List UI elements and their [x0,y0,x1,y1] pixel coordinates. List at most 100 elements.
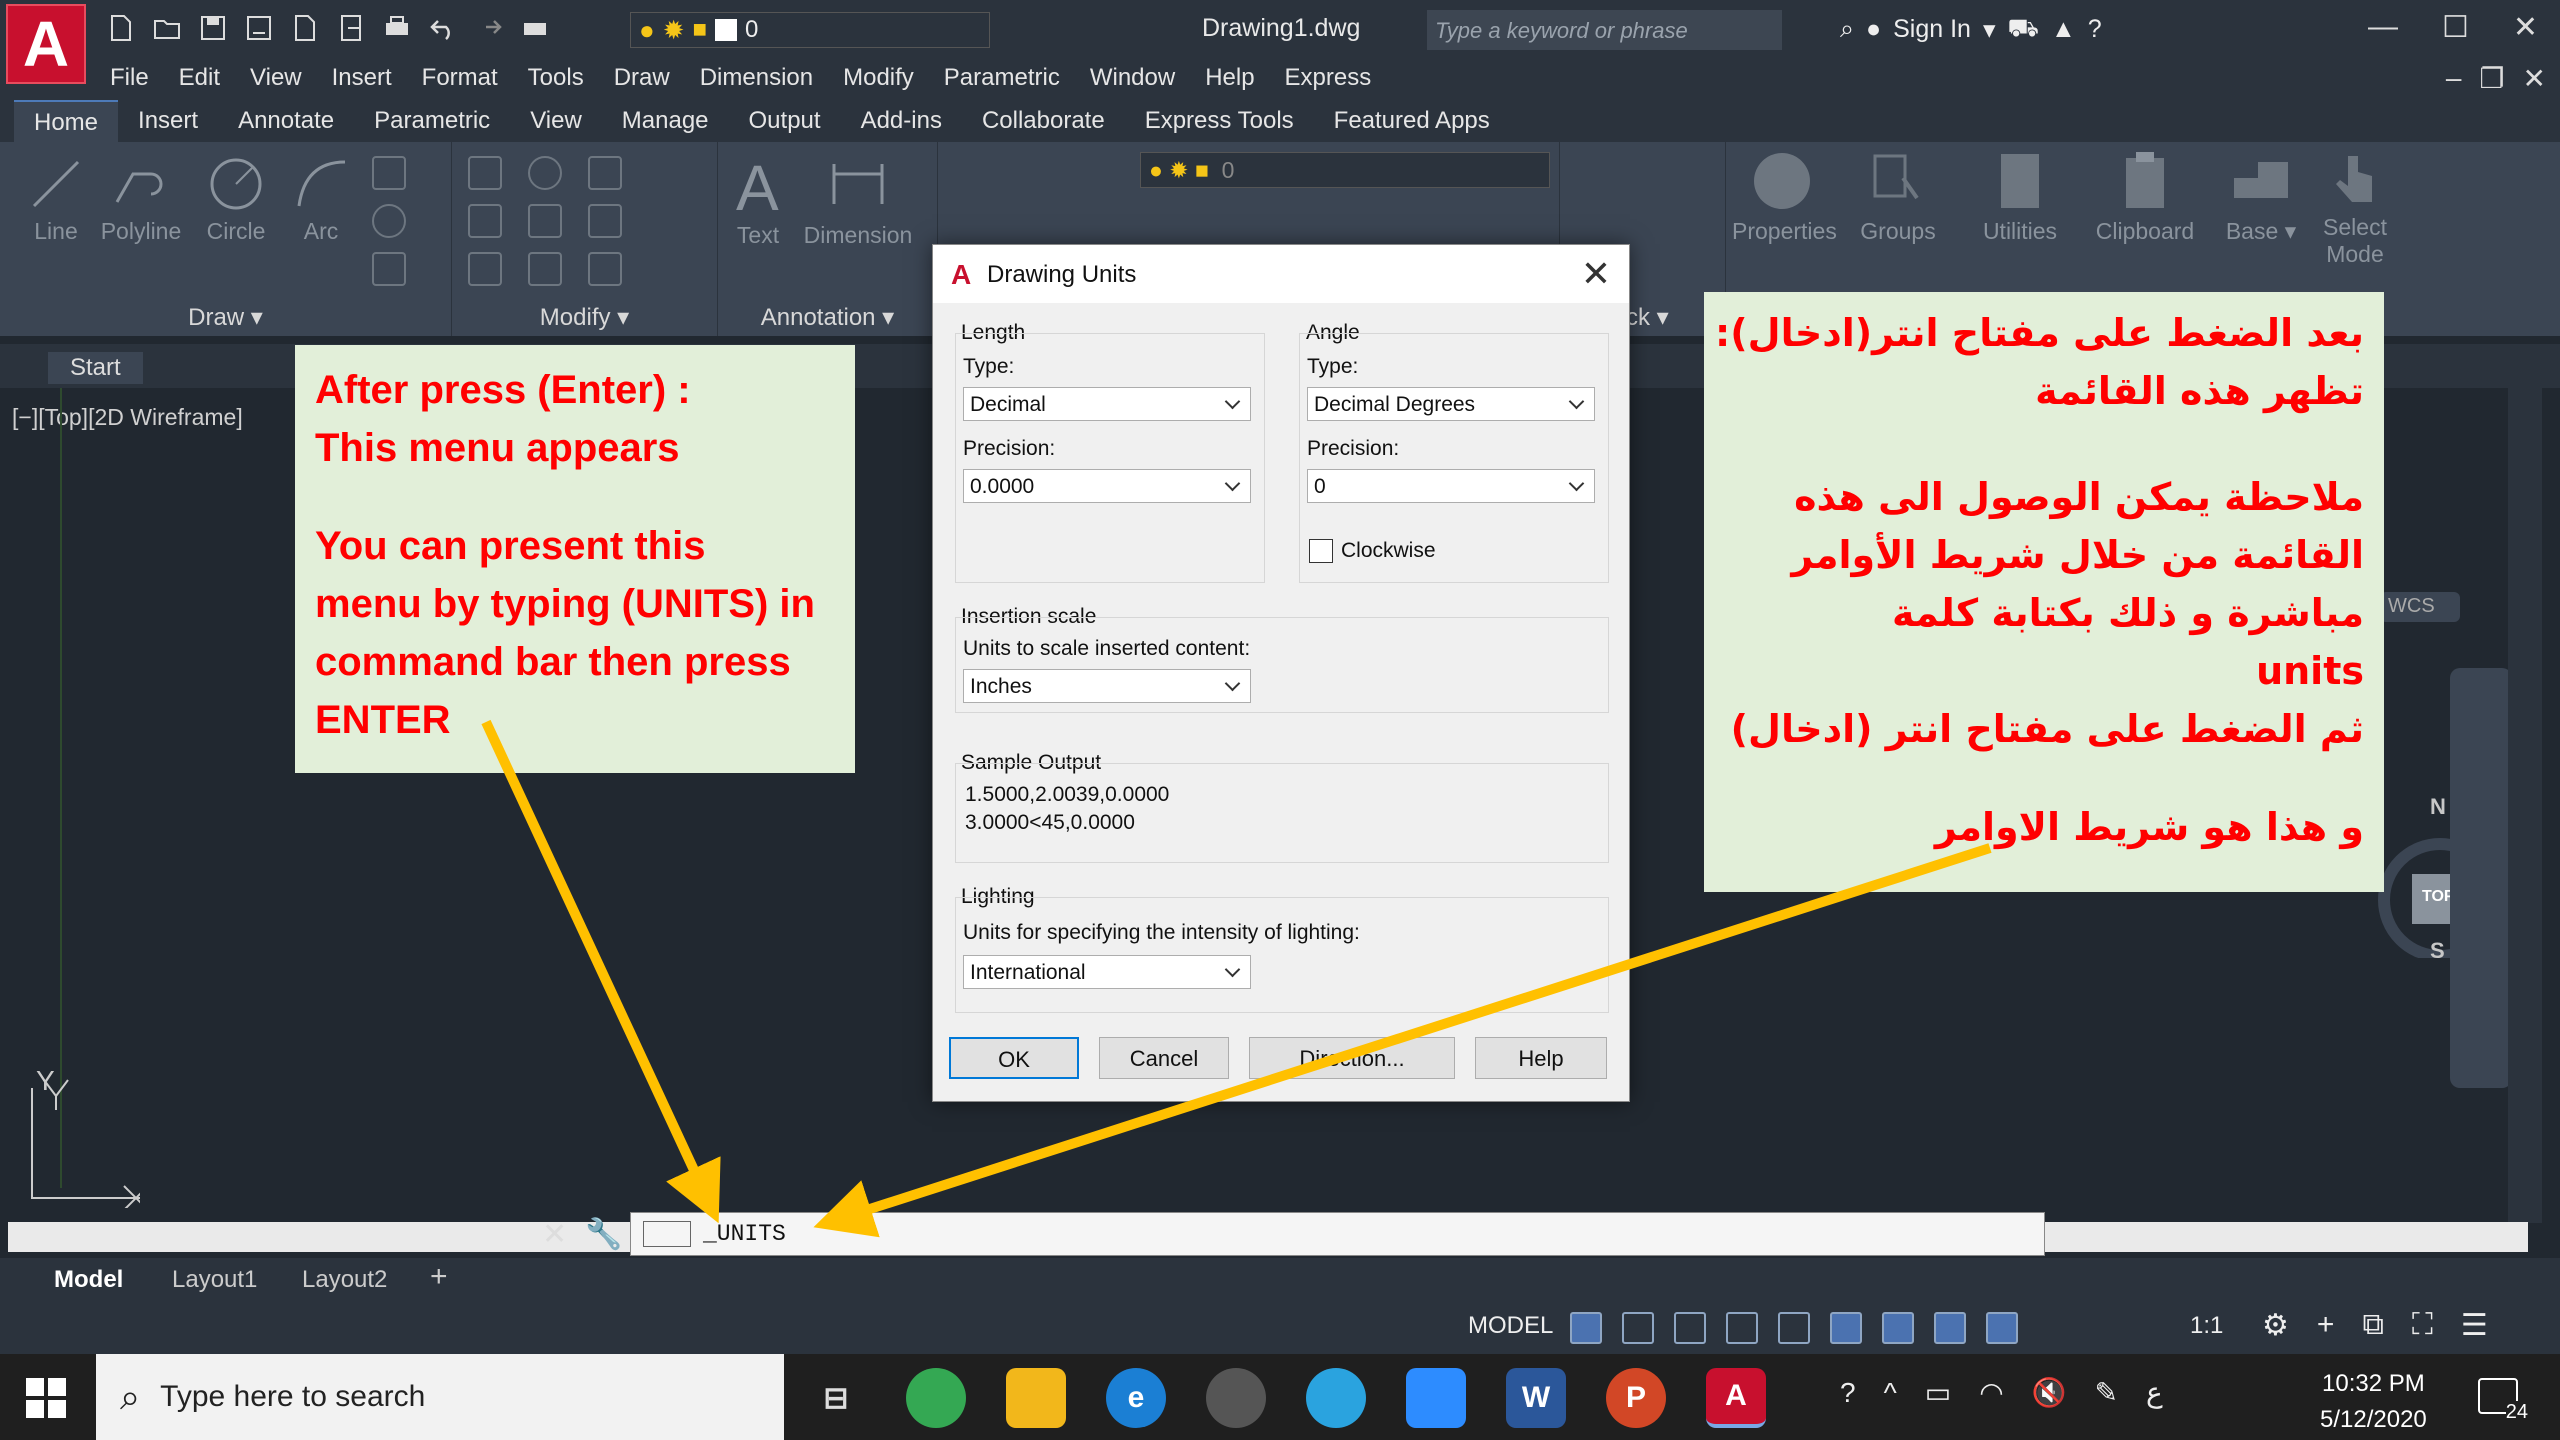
modify-panel-title[interactable]: Modify ▾ [452,303,717,332]
autodesk-icon[interactable]: ▲ [2051,15,2076,44]
viewport-controls-label[interactable]: [−][Top][2D Wireframe] [12,404,243,431]
tab-manage[interactable]: Manage [602,100,729,144]
help-search-input[interactable]: Type a keyword or phrase [1427,10,1782,50]
array-icon[interactable] [588,252,622,286]
transparency-icon[interactable] [1882,1312,1914,1344]
snap-icon[interactable] [1622,1312,1654,1344]
binoculars-icon[interactable]: ⌕ [1840,15,1854,44]
undo-icon[interactable] [427,12,459,44]
close-command-line-icon[interactable]: ✕ [542,1217,567,1252]
publish-icon[interactable] [289,12,321,44]
arc-tool[interactable]: Arc [286,154,356,245]
tab-model[interactable]: Model [54,1266,123,1294]
chrome-icon[interactable] [906,1368,966,1428]
file-explorer-icon[interactable] [1006,1368,1066,1428]
close-icon[interactable]: ✕ [1581,253,1611,295]
chevron-down-icon[interactable]: ▾ [1983,15,1996,45]
pen-icon[interactable]: ✎ [2095,1376,2118,1409]
line-tool[interactable]: Line [22,154,90,245]
isolate-icon[interactable]: ⧉ [2362,1308,2383,1343]
fillet-icon[interactable] [588,204,622,238]
annotation-visibility-icon[interactable] [1934,1312,1966,1344]
edge-icon[interactable]: e [1106,1368,1166,1428]
command-prompt-icon[interactable] [643,1221,691,1247]
text-tool[interactable]: A Text [728,154,788,249]
add-layout-icon[interactable]: + [430,1260,448,1294]
volume-muted-icon[interactable]: 🔇 [2032,1376,2067,1409]
save-as-icon[interactable] [243,12,275,44]
circle-tool[interactable]: Circle [196,154,276,245]
close-icon[interactable]: ✕ [2523,62,2546,95]
help-icon[interactable]: ? [1840,1377,1856,1409]
ok-button[interactable]: OK [949,1037,1079,1079]
battery-icon[interactable]: ▭ [1925,1376,1951,1409]
clipboard-tool[interactable]: Clipboard [2090,148,2200,245]
rotate-icon[interactable] [528,156,562,190]
annotation-scale[interactable]: 1:1 [2190,1312,2223,1340]
plus-icon[interactable]: + [2317,1308,2335,1343]
tab-parametric[interactable]: Parametric [354,100,510,144]
length-type-select[interactable]: Decimal [963,387,1251,421]
draw-panel-title[interactable]: Draw ▾ [0,303,451,332]
menu-item-help[interactable]: Help [1205,64,1254,92]
menu-item-parametric[interactable]: Parametric [944,64,1060,92]
help-button[interactable]: Help [1475,1037,1607,1079]
ellipse-icon[interactable] [372,204,406,238]
mirror-icon[interactable] [528,204,562,238]
tab-output[interactable]: Output [729,100,841,144]
redo-icon[interactable] [473,12,505,44]
fullscreen-icon[interactable]: ⛶ [2412,1308,2433,1343]
hatch-icon[interactable] [372,252,406,286]
grid-icon[interactable] [1570,1312,1602,1344]
angle-type-select[interactable]: Decimal Degrees [1307,387,1595,421]
autocad-taskbar-icon[interactable]: A [1706,1368,1766,1428]
ortho-icon[interactable] [1674,1312,1706,1344]
lighting-units-select[interactable]: International [963,955,1251,989]
cancel-button[interactable]: Cancel [1099,1037,1229,1079]
groups-tool[interactable]: Groups [1848,148,1948,245]
layer-dropdown[interactable]: ● ✹ ■ 0 [630,12,990,48]
osnap-icon[interactable] [1778,1312,1810,1344]
task-view-icon[interactable]: ⊟ [806,1368,866,1428]
trim-icon[interactable] [588,156,622,190]
properties-tool[interactable]: Properties [1732,148,1837,245]
rectangle-icon[interactable] [372,156,406,190]
menu-item-file[interactable]: File [110,64,149,92]
direction-button[interactable]: Direction... [1249,1037,1455,1079]
copy-icon[interactable] [468,204,502,238]
tab-collaborate[interactable]: Collaborate [962,100,1125,144]
menu-item-express[interactable]: Express [1285,64,1372,92]
export-icon[interactable] [335,12,367,44]
menu-item-modify[interactable]: Modify [843,64,914,92]
tab-featured-apps[interactable]: Featured Apps [1314,100,1510,144]
insertion-units-select[interactable]: Inches [963,669,1251,703]
lineweight-icon[interactable] [1830,1312,1862,1344]
wrench-icon[interactable]: 🔧 [585,1217,622,1252]
powerpoint-icon[interactable]: P [1606,1368,1666,1428]
utilities-tool[interactable]: Utilities [1970,148,2070,245]
plot-preview-icon[interactable] [519,12,551,44]
menu-item-draw[interactable]: Draw [614,64,670,92]
hamburger-menu-icon[interactable]: ☰ [2461,1308,2488,1343]
vertical-scrollbar[interactable] [2508,388,2542,1223]
autocad-app-button[interactable]: A [6,4,86,84]
wifi-icon[interactable]: ◠ [1979,1376,2003,1409]
open-folder-icon[interactable] [151,12,183,44]
signin-area[interactable]: ⌕ ● Sign In ▾ ⛟ ▲ ? [1840,14,2102,45]
tab-insert[interactable]: Insert [118,100,218,144]
notification-center-icon[interactable]: 24 [2478,1378,2528,1424]
game-icon[interactable] [1206,1368,1266,1428]
telegram-icon[interactable] [1306,1368,1366,1428]
scale-icon[interactable] [528,252,562,286]
polyline-tool[interactable]: Polyline [96,154,186,245]
wcs-menu[interactable]: WCS [2380,592,2460,622]
menu-item-window[interactable]: Window [1090,64,1175,92]
plot-icon[interactable] [381,12,413,44]
length-precision-select[interactable]: 0.0000 [963,469,1251,503]
polar-icon[interactable] [1726,1312,1758,1344]
tab-view[interactable]: View [510,100,602,144]
base-tool[interactable]: Base ▾ [2216,148,2306,245]
model-space-toggle[interactable]: MODEL [1468,1312,1553,1340]
menu-item-insert[interactable]: Insert [332,64,392,92]
input-language[interactable]: ع [2146,1376,2163,1409]
